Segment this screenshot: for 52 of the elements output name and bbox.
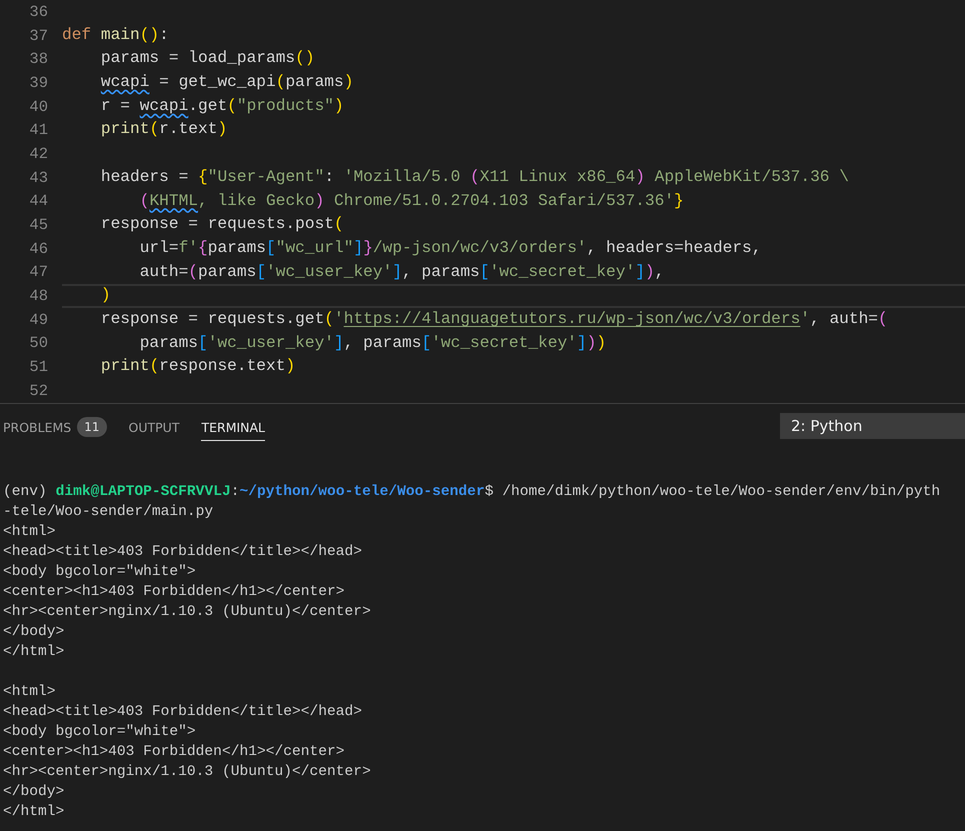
terminal-line: -tele/Woo-sender/main.py [3, 503, 214, 522]
line-number: 40 [28, 98, 49, 116]
line-number: 41 [28, 121, 49, 140]
line-number: 45 [28, 216, 49, 234]
code-line: response = requests.get('https://4languagetutors.ru/wp-json/wc/v3/orders', auth=( [100, 308, 889, 330]
line-number: 46 [28, 240, 49, 258]
terminal-select[interactable]: 2: Python [780, 413, 965, 439]
code-line: ) [62, 284, 965, 308]
line-number: 39 [28, 74, 49, 92]
terminal-line: <body bgcolor="white"> [3, 563, 197, 582]
line-number: 49 [28, 310, 49, 329]
line-number: 43 [28, 168, 49, 187]
code-line: print(r.text) [100, 119, 228, 140]
count-badge: 11 [77, 417, 107, 437]
panel-tab[interactable]: PROBLEMS 11 [3, 411, 107, 443]
terminal-line: <hr><center>nginx/1.10.3 (Ubuntu)</center> [3, 763, 372, 782]
code-line: headers = {"User-Agent": 'Mozilla/5.0 (X11 Linux x86_64) AppleWebKit/537.36 \ [100, 166, 850, 188]
panel-tab[interactable]: OUTPUT [128, 414, 180, 440]
terminal-line: <center><h1>403 Forbidden</h1></center> [3, 743, 346, 762]
terminal-line: </html> [3, 643, 66, 662]
terminal-line: </body> [3, 783, 66, 802]
code-line: print(response.text) [100, 356, 296, 378]
code-line: params = load_params() [100, 48, 316, 70]
terminal-line: <body bgcolor="white"> [3, 723, 197, 742]
panel-tab[interactable]: TERMINAL [201, 414, 266, 440]
terminal-line: <html> [3, 683, 57, 702]
line-number: 48 [28, 287, 49, 306]
code-line: url=f'{params["wc_url"]}/wp-json/wc/v3/orders', headers=headers, [138, 238, 762, 259]
terminal-line: <hr><center>nginx/1.10.3 (Ubuntu)</center> [3, 603, 372, 622]
line-number: 47 [28, 263, 49, 282]
line-number: 37 [28, 26, 49, 45]
terminal-line: <center><h1>403 Forbidden</h1></center> [3, 583, 346, 602]
line-number: 52 [28, 382, 49, 400]
terminal-line: <head><title>403 Forbidden</title></head> [3, 703, 364, 722]
line-number: 51 [28, 358, 49, 376]
line-number: 44 [28, 192, 49, 210]
terminal-line: <html> [3, 523, 57, 542]
code-line: wcapi = get_wc_api(params) [100, 72, 354, 94]
line-number: 38 [28, 50, 49, 68]
line-number: 36 [28, 2, 49, 21]
line-number: 42 [28, 144, 49, 163]
code-line: def main(): [62, 24, 170, 46]
code-line: response = requests.post( [100, 214, 345, 236]
terminal-line: (env) dimk@LAPTOP-SCFRVVLJ:~/python/woo-tele/Woo-sender$ /home/dimk/python/woo-tele/Woo-sender/env/bin/pyth [3, 483, 942, 502]
code-line: auth=(params['wc_user_key'], params['wc_secret_key']), [138, 262, 666, 283]
terminal-line: <head><title>403 Forbidden</title></head> [3, 543, 364, 562]
code-line: r = wcapi.get("products") [100, 96, 345, 117]
code-line: params['wc_user_key'], params['wc_secret_key'])) [138, 332, 608, 354]
line-number: 50 [28, 334, 49, 352]
code-line: (KHTML, like Gecko) Chrome/51.0.2704.103 Safari/537.36'} [138, 190, 685, 212]
terminal-line: </body> [3, 623, 66, 642]
terminal-line: </html> [3, 803, 66, 822]
